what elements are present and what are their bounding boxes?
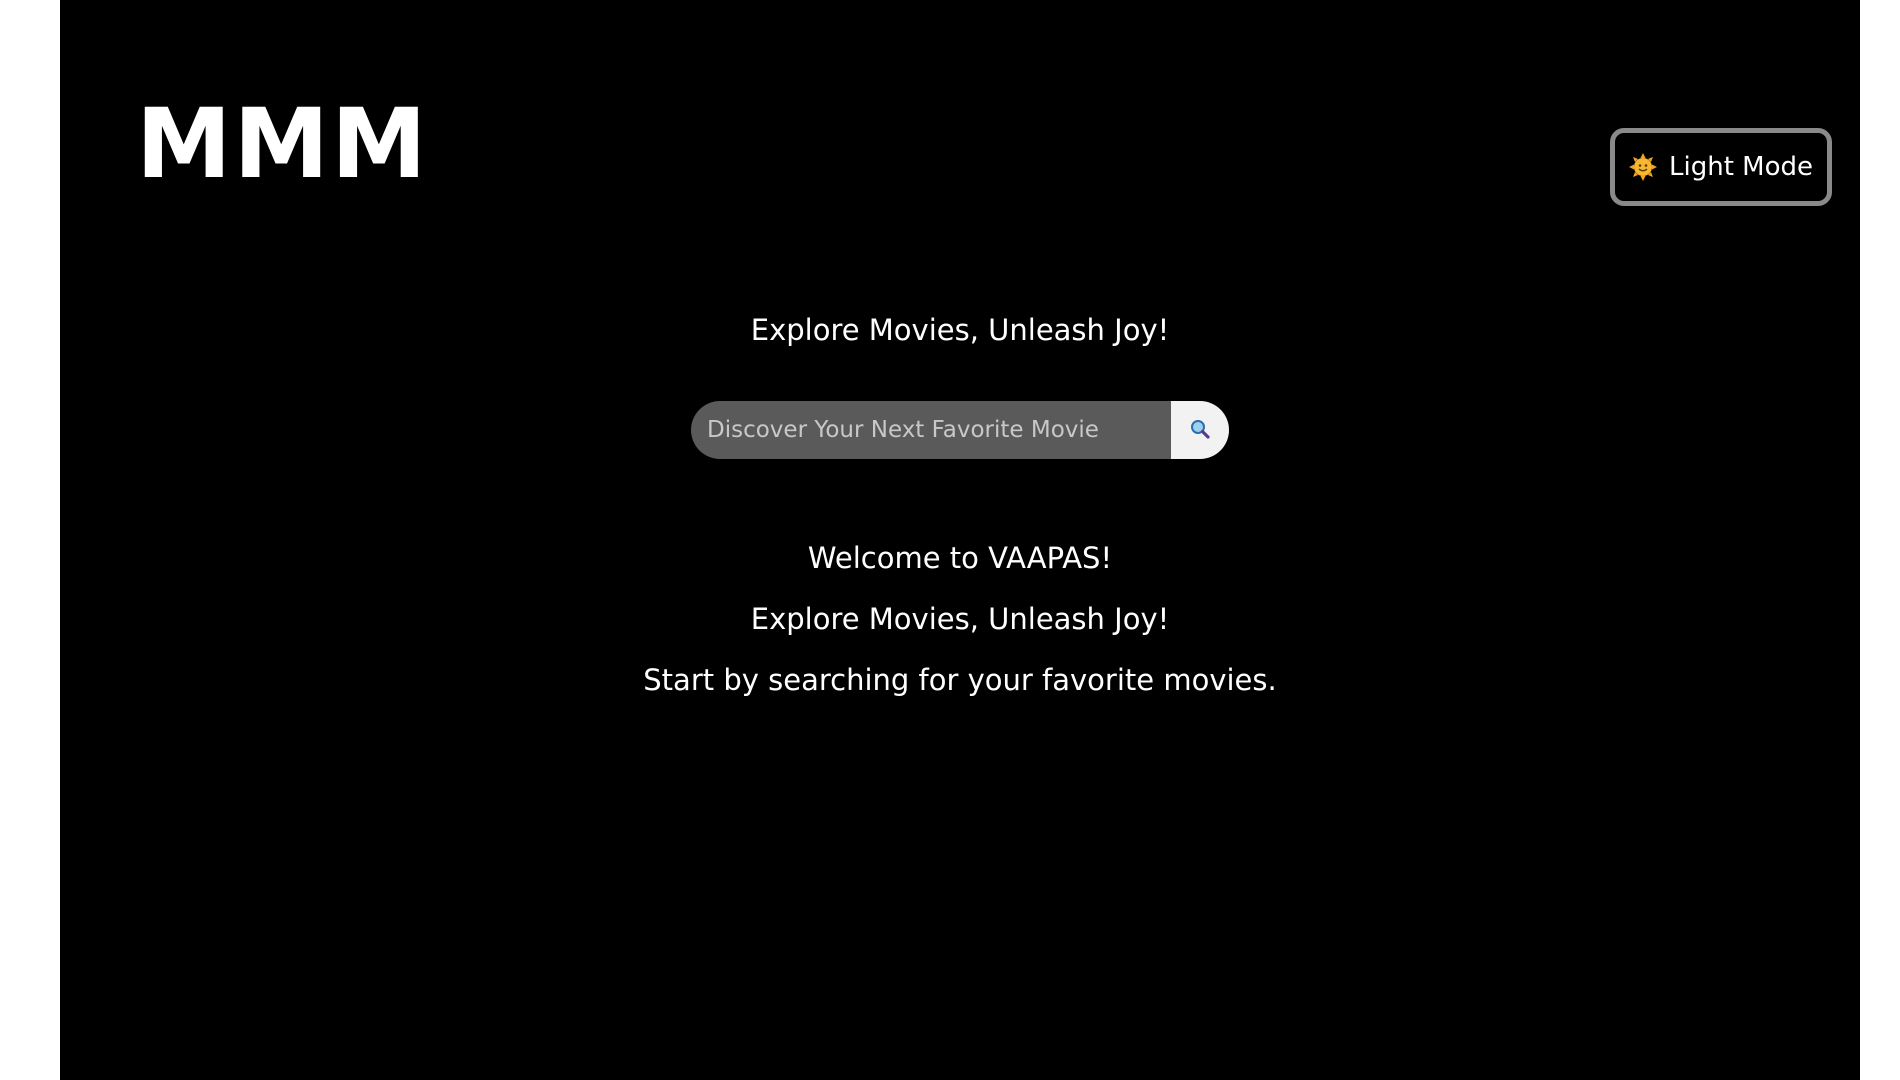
magnifier-icon [1189, 418, 1211, 443]
light-mode-toggle-button[interactable]: Light Mode [1610, 128, 1832, 206]
sun-face-icon [1629, 153, 1657, 181]
light-mode-label: Light Mode [1669, 152, 1813, 182]
hero-tagline: Explore Movies, Unleash Joy! [750, 313, 1170, 347]
welcome-title: Welcome to VAAPAS! [807, 541, 1113, 575]
welcome-hint: Start by searching for your favorite mov… [643, 663, 1277, 697]
search-input[interactable] [691, 401, 1171, 459]
app-page: MMM Light Mode Explore Movies, Unleash J… [60, 0, 1860, 1080]
site-logo[interactable]: MMM [136, 96, 429, 192]
search-bar [691, 401, 1229, 459]
search-button[interactable] [1171, 401, 1229, 459]
welcome-subtitle: Explore Movies, Unleash Joy! [750, 602, 1170, 636]
